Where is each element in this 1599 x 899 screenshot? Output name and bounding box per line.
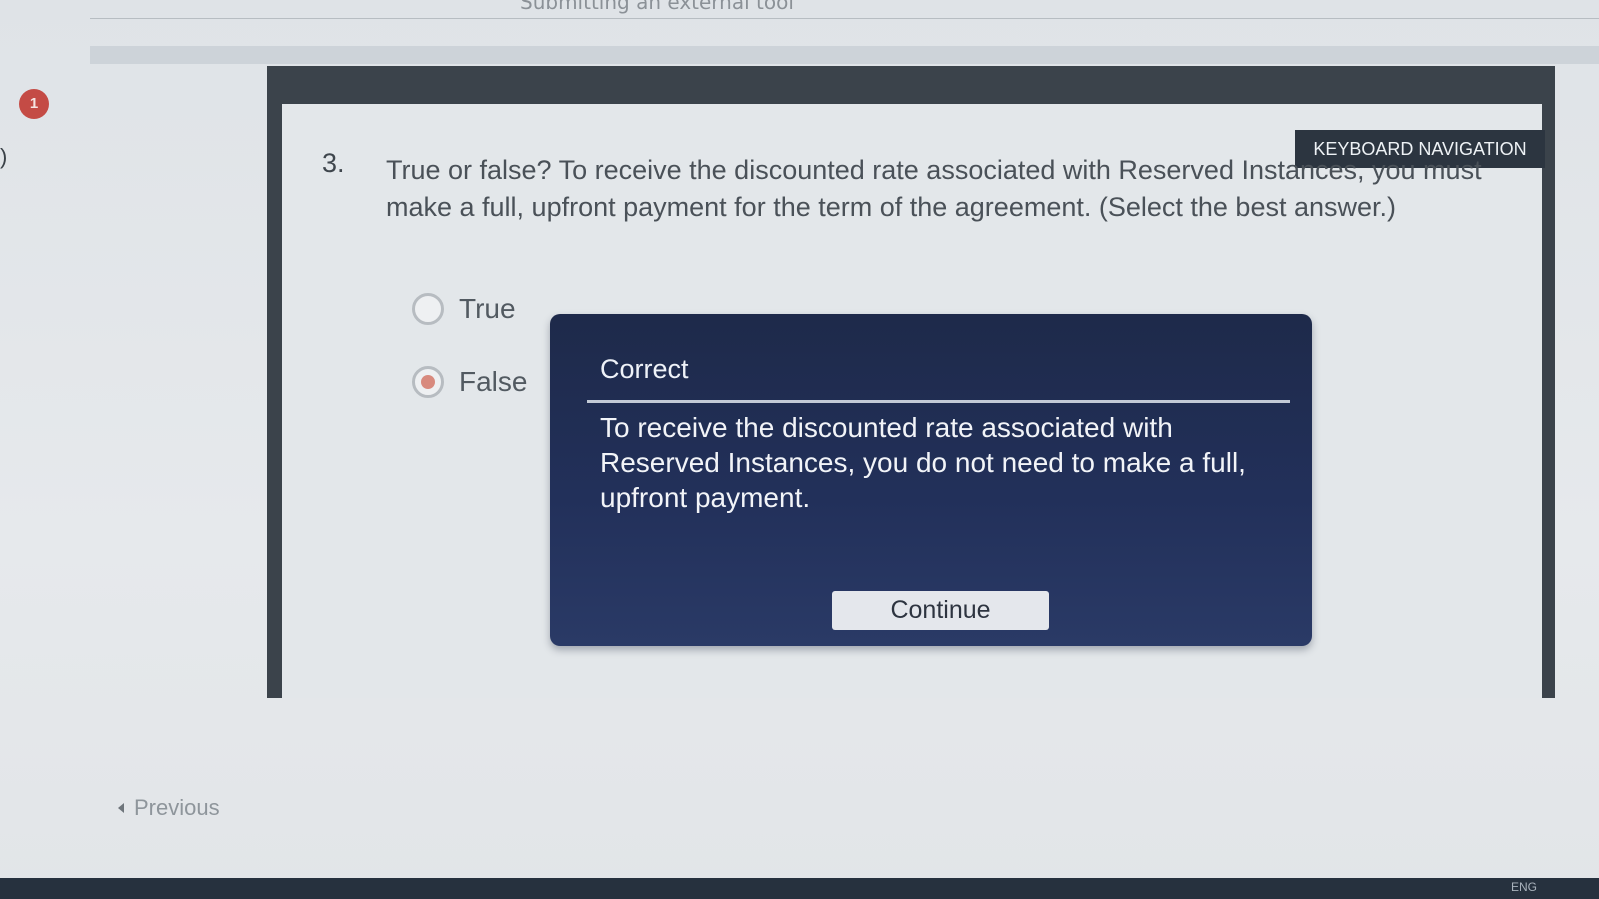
radio-true[interactable] xyxy=(412,293,444,325)
question-number: 3. xyxy=(322,148,345,178)
header-band xyxy=(90,46,1599,64)
caret-left-icon xyxy=(118,803,124,813)
question-text: True or false? To receive the discounted… xyxy=(386,155,1482,222)
answer-label-false: False xyxy=(459,366,528,397)
notification-badge[interactable]: 1 xyxy=(19,89,49,119)
continue-button[interactable]: Continue xyxy=(832,591,1049,630)
answer-option-true[interactable]: True xyxy=(412,293,516,325)
header-divider xyxy=(90,18,1599,19)
answer-option-false[interactable]: False xyxy=(412,366,527,398)
feedback-divider xyxy=(587,400,1290,403)
radio-false[interactable] xyxy=(412,366,444,398)
taskbar: ENG xyxy=(0,878,1599,899)
language-indicator[interactable]: ENG xyxy=(1511,880,1537,894)
page-title: Submitting an external tool xyxy=(520,0,794,14)
feedback-dialog: Correct To receive the discounted rate a… xyxy=(550,314,1312,646)
feedback-title: Correct xyxy=(600,354,689,384)
previous-link[interactable]: Previous xyxy=(118,795,220,821)
answer-label-true: True xyxy=(459,293,516,324)
previous-label: Previous xyxy=(134,795,220,820)
feedback-body: To receive the discounted rate associate… xyxy=(600,412,1246,513)
screen: Submitting an external tool 1 ) KEYBOARD… xyxy=(0,0,1599,899)
edge-glyph: ) xyxy=(0,144,8,169)
